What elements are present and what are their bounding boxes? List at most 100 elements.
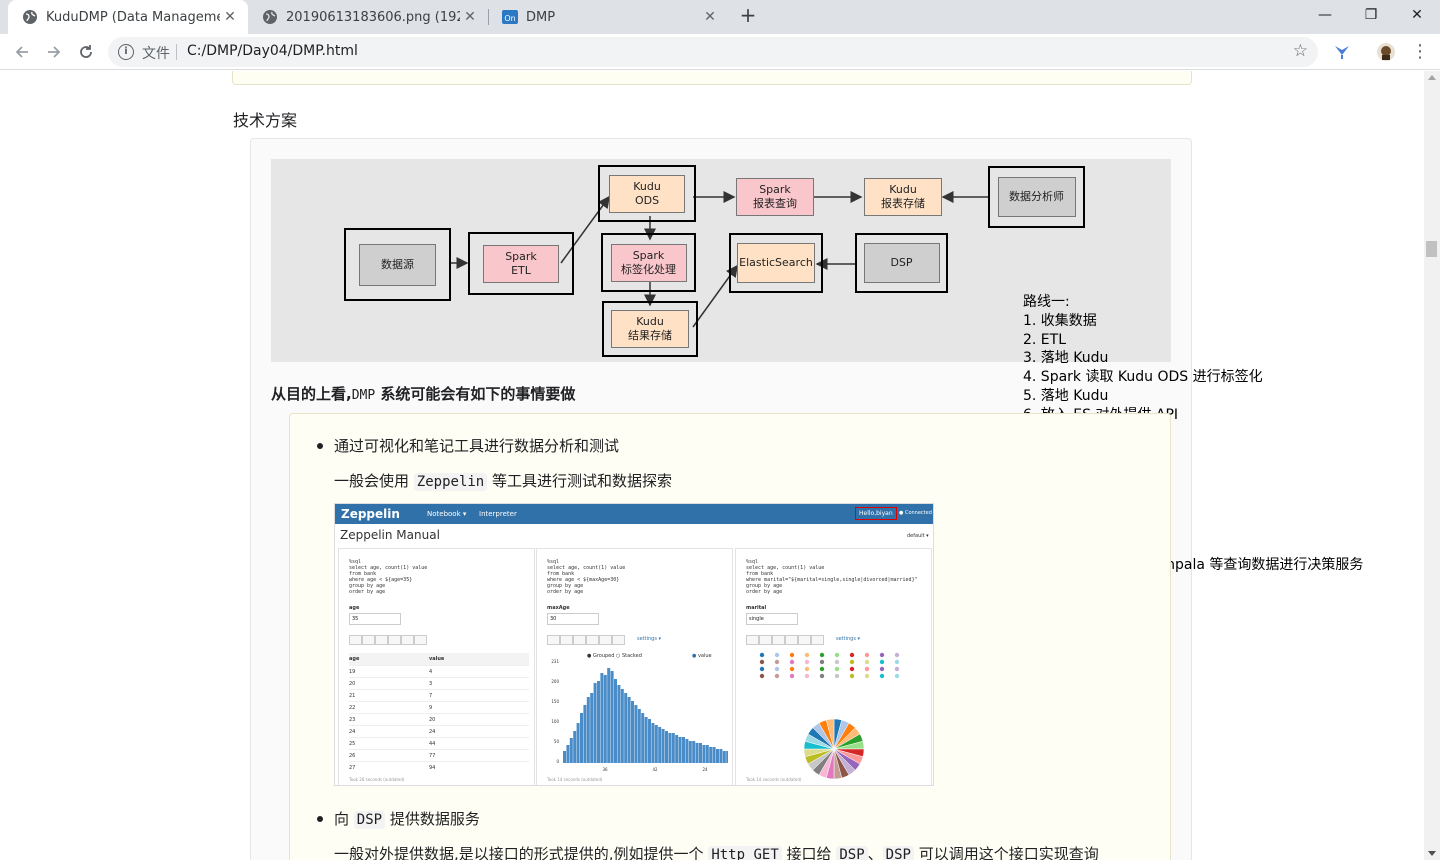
restore-button[interactable]: ❐ — [1348, 0, 1394, 30]
histogram-bar — [634, 705, 638, 763]
zeppelin-panel-pie: %sql select age, count(1) value from ban… — [735, 548, 932, 785]
legend-dot — [819, 659, 825, 665]
histogram-bar — [726, 751, 728, 763]
legend-dot — [789, 666, 795, 672]
histogram-bar — [569, 738, 573, 763]
new-tab-button[interactable]: + — [737, 5, 759, 27]
route-line: 2. ETL — [1023, 331, 1067, 348]
legend-dot — [879, 666, 885, 672]
section-title: 技术方案 — [233, 111, 298, 130]
star-icon[interactable]: ☆ — [1293, 41, 1308, 61]
forward-button[interactable] — [42, 40, 66, 64]
avatar[interactable] — [1376, 42, 1396, 62]
reload-button[interactable] — [74, 40, 98, 64]
node-kudu-report: Kudu 报表存储 — [863, 177, 943, 217]
zeppelin-table: age value 19 4 20 3 21 7 22 9 23 20 24 24 25 44 … — [349, 653, 529, 773]
item2-description: 一般对外提供数据,是以接口的形式提供的,例如提供一个 Http GET 接口给 … — [334, 843, 1099, 860]
legend-dot — [774, 659, 780, 665]
legend-dot — [789, 673, 795, 679]
legend-dot — [849, 666, 855, 672]
legend-dot — [864, 652, 870, 658]
histogram-bar — [671, 733, 675, 763]
info-icon[interactable]: i — [118, 44, 134, 60]
back-button[interactable] — [10, 40, 34, 64]
legend-dot — [879, 652, 885, 658]
item1-description: 一般会使用 Zeppelin 等工具进行测试和数据探索 — [334, 472, 673, 491]
histogram-bar — [614, 679, 617, 763]
route1-title: 路线一: — [1023, 294, 1070, 310]
histogram-bar — [699, 743, 702, 763]
histogram-bar — [620, 689, 624, 763]
close-icon[interactable]: ✕ — [700, 9, 720, 25]
tab-dmp[interactable]: On DMP ✕ — [488, 0, 728, 34]
legend-dot — [759, 652, 765, 658]
legend-dot — [759, 666, 765, 672]
extension-icon[interactable] — [1332, 42, 1352, 62]
zeppelin-screenshot: Zeppelin Notebook ▾ Interpreter Hello,bi… — [334, 503, 934, 786]
url-text[interactable]: C:/DMP/Day04/DMP.html — [187, 43, 358, 59]
y-tick-label: 150 — [551, 699, 559, 704]
scrollbar-thumb[interactable] — [1426, 241, 1437, 257]
scroll-up-arrow-icon[interactable] — [1428, 75, 1436, 80]
tab-kududmp[interactable]: KuduDMP (Data Management ✕ — [8, 0, 248, 34]
histogram-bar — [617, 685, 621, 763]
tab-strip: KuduDMP (Data Management ✕ 2019061318360… — [0, 0, 1440, 34]
histogram-bar — [712, 747, 716, 763]
legend-dot — [894, 659, 900, 665]
list-item: 通过可视化和笔记工具进行数据分析和测试 — [316, 437, 620, 455]
histogram-bar — [600, 673, 604, 763]
legend-dot — [849, 659, 855, 665]
tab-image[interactable]: 20190613183606.png (1920×1 ✕ — [248, 0, 488, 34]
legend-dot — [879, 673, 885, 679]
legend-dot — [819, 673, 825, 679]
zeppelin-title: Zeppelin Manual — [340, 528, 440, 542]
legend-dot — [894, 652, 900, 658]
histogram-bar — [665, 731, 668, 763]
histogram-bar — [695, 743, 699, 763]
histogram-bar — [563, 751, 566, 763]
node-spark-report: Spark 报表查询 — [735, 177, 815, 217]
x-tick-label: 36 — [602, 767, 608, 772]
histogram-bar — [661, 729, 665, 763]
legend-dot — [819, 652, 825, 658]
y-tick-label: 100 — [551, 719, 559, 724]
histogram-bar — [627, 697, 631, 763]
close-icon[interactable]: ✕ — [220, 9, 240, 25]
legend-dot — [804, 659, 810, 665]
node-spark-etl: Spark ETL — [468, 232, 574, 295]
histogram-bar — [610, 671, 614, 763]
histogram-chart: 231 200 150 100 50 0 36 42 24 — [551, 659, 728, 772]
histogram-bar — [722, 751, 726, 763]
arrow-right-icon — [48, 46, 61, 58]
x-tick-label: 42 — [652, 767, 658, 772]
node-kudu-result: Kudu 结果存储 — [602, 301, 698, 357]
node-elasticsearch: ElasticSearch — [729, 233, 823, 293]
address-bar[interactable]: i 文件 C:/DMP/Day04/DMP.html ☆ — [108, 37, 1318, 67]
tab-title: 20190613183606.png (1920×1 — [286, 9, 460, 25]
legend-dot — [879, 659, 885, 665]
legend-dot — [774, 673, 780, 679]
window-close-button[interactable]: ✕ — [1394, 0, 1440, 30]
node-analyst: 数据分析师 — [988, 166, 1085, 228]
legend-dot — [804, 673, 810, 679]
histogram-bar — [648, 719, 651, 763]
scroll-down-arrow-icon[interactable] — [1428, 851, 1436, 856]
page-content: 技术方案 数据源 SparkETL KuduODS Spark标签化处理 — [0, 71, 1424, 860]
histogram-bar — [637, 709, 641, 763]
zeppelin-header: Zeppelin Notebook ▾ Interpreter Hello,bi… — [335, 504, 933, 524]
histogram-bar — [644, 717, 648, 763]
more-menu-icon[interactable]: ⋮ — [1410, 42, 1430, 62]
legend-dot — [774, 652, 780, 658]
histogram-bar — [675, 735, 679, 763]
close-icon[interactable]: ✕ — [460, 9, 480, 25]
histogram-bar — [586, 697, 590, 763]
vertical-scrollbar[interactable] — [1424, 71, 1440, 860]
list-item: 向 DSP 提供数据服务 — [317, 810, 480, 829]
browser-toolbar: i 文件 C:/DMP/Day04/DMP.html ☆ ⋮ — [0, 34, 1440, 70]
legend-dot — [759, 673, 765, 679]
globe-icon — [22, 9, 38, 25]
histogram-bar — [580, 713, 583, 763]
minimize-button[interactable]: — — [1302, 0, 1348, 30]
legend-dot — [894, 666, 900, 672]
legend-dot — [864, 666, 870, 672]
